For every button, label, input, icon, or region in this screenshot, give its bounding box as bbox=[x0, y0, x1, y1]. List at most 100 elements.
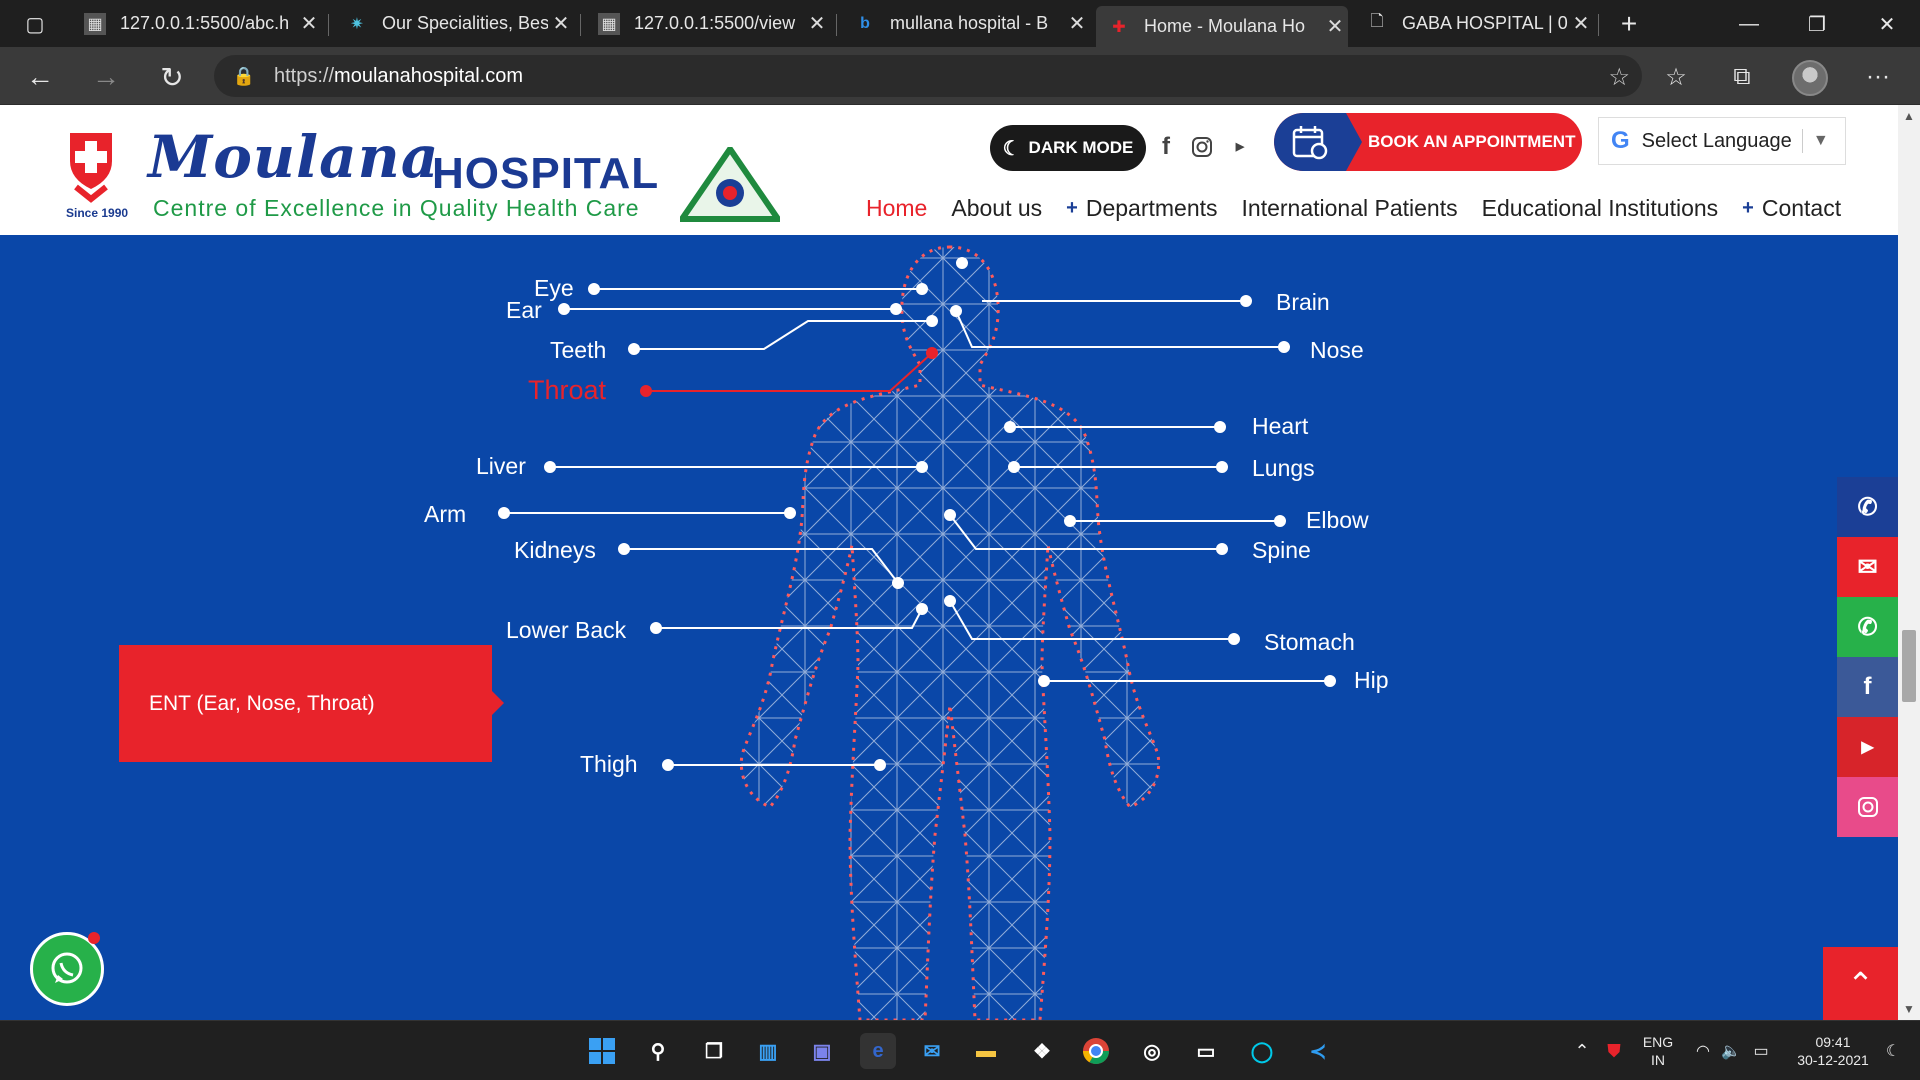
more-menu-icon[interactable]: ··· bbox=[1858, 57, 1898, 97]
scrollbar-thumb[interactable] bbox=[1902, 630, 1916, 702]
instagram-icon[interactable] bbox=[1188, 131, 1216, 163]
whatsapp-icon[interactable]: ✆ bbox=[1837, 597, 1898, 657]
organ-label-throat[interactable]: Throat bbox=[528, 375, 606, 406]
certification-badge-icon bbox=[680, 147, 780, 222]
windows-start-icon[interactable] bbox=[584, 1033, 620, 1069]
search-icon[interactable]: ⚲ bbox=[640, 1033, 676, 1069]
organ-label-spine[interactable]: Spine bbox=[1252, 537, 1311, 564]
cortana-icon[interactable]: ◯ bbox=[1244, 1033, 1280, 1069]
nav-departments[interactable]: + Departments bbox=[1066, 195, 1217, 222]
browser-tab[interactable]: ▦ 127.0.0.1:5500/view ✕ bbox=[586, 6, 830, 41]
close-tab-icon[interactable]: ✕ bbox=[1064, 11, 1090, 36]
whatsapp-icon bbox=[51, 952, 83, 984]
restore-icon[interactable]: ❐ bbox=[1794, 6, 1840, 42]
teams-chat-icon[interactable]: ▣ bbox=[804, 1033, 840, 1069]
input-language-indicator[interactable]: ENG IN bbox=[1638, 1021, 1678, 1080]
selected-department-card[interactable]: ENT (Ear, Nose, Throat) bbox=[119, 645, 504, 762]
organ-label-thigh[interactable]: Thigh bbox=[580, 751, 638, 778]
organ-label-teeth[interactable]: Teeth bbox=[550, 337, 606, 364]
edge-browser-icon[interactable]: e bbox=[860, 1033, 896, 1069]
organ-label-heart[interactable]: Heart bbox=[1252, 413, 1308, 440]
nav-home[interactable]: Home bbox=[866, 195, 927, 222]
bing-favicon-icon: b bbox=[860, 14, 870, 32]
organ-label-kidneys[interactable]: Kidneys bbox=[514, 537, 596, 564]
browser-tab[interactable]: b mullana hospital - B ✕ bbox=[842, 6, 1090, 41]
browser-tab[interactable]: ▦ 127.0.0.1:5500/abc.h ✕ bbox=[72, 6, 322, 41]
organ-label-stomach[interactable]: Stomach bbox=[1264, 629, 1355, 656]
brand-name[interactable]: Moulana bbox=[148, 123, 439, 191]
show-hidden-icons-icon[interactable]: ⌃ bbox=[1568, 1021, 1596, 1080]
antivirus-icon[interactable]: ⛊ bbox=[1600, 1021, 1628, 1080]
organ-label-lungs[interactable]: Lungs bbox=[1252, 455, 1315, 482]
organ-label-arm[interactable]: Arm bbox=[424, 501, 466, 528]
brand-suffix[interactable]: HOSPITAL bbox=[432, 149, 659, 199]
widgets-icon[interactable]: ▥ bbox=[750, 1033, 786, 1069]
organ-label-brain[interactable]: Brain bbox=[1276, 289, 1330, 316]
url-field[interactable]: 🔒 https://moulanahospital.com ☆ bbox=[214, 55, 1642, 97]
collections-icon[interactable]: ⧉ bbox=[1722, 57, 1762, 97]
body-map-section: ENT (Ear, Nose, Throat) Eye Ear Teeth Th… bbox=[0, 235, 1898, 1020]
tab-actions-icon[interactable]: ▢ bbox=[12, 6, 58, 42]
language-select[interactable]: G Select Language ▼ bbox=[1598, 117, 1846, 165]
profile-avatar[interactable] bbox=[1792, 60, 1828, 96]
instagram-icon[interactable] bbox=[1837, 777, 1898, 837]
wifi-icon[interactable]: ◠ bbox=[1690, 1021, 1716, 1080]
organ-label-hip[interactable]: Hip bbox=[1354, 667, 1389, 694]
notification-dot bbox=[88, 932, 100, 944]
brand-tagline: Centre of Excellence in Quality Health C… bbox=[153, 195, 640, 221]
terminal-icon[interactable]: ▭ bbox=[1188, 1033, 1224, 1069]
nav-educational-institutions[interactable]: Educational Institutions bbox=[1482, 195, 1719, 222]
new-tab-icon[interactable]: + bbox=[1606, 6, 1652, 42]
reload-icon[interactable]: ↻ bbox=[152, 57, 192, 97]
nav-international-patients[interactable]: International Patients bbox=[1242, 195, 1458, 222]
close-tab-icon[interactable]: ✕ bbox=[1568, 11, 1594, 36]
email-icon[interactable]: ✉ bbox=[1837, 537, 1898, 597]
organ-label-nose[interactable]: Nose bbox=[1310, 337, 1364, 364]
nav-about-us[interactable]: About us bbox=[951, 195, 1042, 222]
add-favorite-icon[interactable]: ☆ bbox=[1608, 63, 1630, 92]
favorites-icon[interactable]: ☆ bbox=[1656, 57, 1696, 97]
close-tab-icon[interactable]: ✕ bbox=[804, 11, 830, 36]
scroll-down-icon[interactable]: ▼ bbox=[1898, 1002, 1920, 1016]
forward-icon[interactable]: → bbox=[86, 57, 126, 97]
battery-icon[interactable]: ▭ bbox=[1748, 1021, 1774, 1080]
dropbox-icon[interactable]: ❖ bbox=[1024, 1033, 1060, 1069]
youtube-icon[interactable]: ▶ bbox=[1837, 717, 1898, 777]
organ-label-lower-back[interactable]: Lower Back bbox=[506, 617, 626, 644]
facebook-icon[interactable]: f bbox=[1837, 657, 1898, 717]
close-tab-icon[interactable]: ✕ bbox=[1322, 14, 1348, 39]
chrome-icon[interactable] bbox=[1078, 1033, 1114, 1069]
clock[interactable]: 09:41 30-12-2021 bbox=[1788, 1021, 1878, 1080]
github-icon[interactable]: ◎ bbox=[1134, 1033, 1170, 1069]
organ-label-liver[interactable]: Liver bbox=[476, 453, 526, 480]
file-explorer-icon[interactable]: ▬ bbox=[968, 1033, 1004, 1069]
page-scrollbar[interactable]: ▲ ▼ bbox=[1898, 105, 1920, 1020]
facebook-icon[interactable]: f bbox=[1152, 131, 1180, 163]
back-icon[interactable]: ← bbox=[20, 57, 60, 97]
browser-tab[interactable]: 🗋 GABA HOSPITAL | 0 ✕ bbox=[1354, 6, 1594, 41]
hospital-logo-icon[interactable] bbox=[62, 127, 120, 205]
vscode-icon[interactable]: ≺ bbox=[1300, 1033, 1336, 1069]
mail-icon[interactable]: ✉ bbox=[914, 1033, 950, 1069]
dropdown-arrow-icon: ▼ bbox=[1812, 132, 1829, 149]
task-view-icon[interactable]: ❐ bbox=[696, 1033, 732, 1069]
calendar-icon bbox=[1274, 113, 1362, 171]
nav-contact[interactable]: + Contact bbox=[1742, 195, 1841, 222]
dark-mode-toggle[interactable]: ☾ DARK MODE bbox=[990, 125, 1146, 171]
browser-tab[interactable]: ✷ Our Specialities, Bes ✕ bbox=[334, 6, 574, 41]
focus-assist-icon[interactable]: ☾ bbox=[1880, 1021, 1906, 1080]
book-appointment-button[interactable]: BOOK AN APPOINTMENT bbox=[1274, 113, 1582, 171]
organ-label-ear[interactable]: Ear bbox=[506, 297, 542, 324]
scroll-to-top-button[interactable]: ⌃ bbox=[1823, 947, 1898, 1020]
close-window-icon[interactable]: ✕ bbox=[1864, 6, 1910, 42]
organ-label-elbow[interactable]: Elbow bbox=[1306, 507, 1369, 534]
browser-tab-active[interactable]: ✚ Home - Moulana Ho ✕ bbox=[1096, 6, 1348, 47]
youtube-icon[interactable]: ▶ bbox=[1226, 131, 1254, 163]
lock-icon[interactable]: 🔒 bbox=[214, 66, 274, 87]
volume-icon[interactable]: 🔈 bbox=[1718, 1021, 1744, 1080]
close-tab-icon[interactable]: ✕ bbox=[296, 11, 322, 36]
phone-icon[interactable]: ✆ bbox=[1837, 477, 1898, 537]
close-tab-icon[interactable]: ✕ bbox=[548, 11, 574, 36]
scroll-up-icon[interactable]: ▲ bbox=[1898, 109, 1920, 123]
minimize-icon[interactable]: — bbox=[1726, 6, 1772, 42]
